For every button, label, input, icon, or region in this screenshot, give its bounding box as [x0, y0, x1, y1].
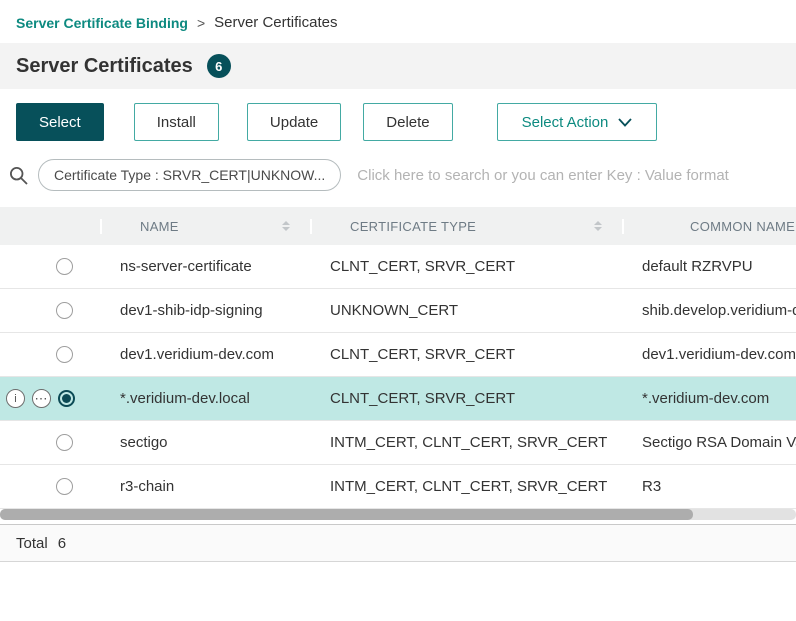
row-radio[interactable]	[56, 434, 73, 451]
more-actions-icon[interactable]: ⋯	[32, 389, 51, 408]
cell-certificate-type: UNKNOWN_CERT	[310, 302, 622, 319]
search-icon[interactable]	[8, 165, 29, 186]
table-header: NAME CERTIFICATE TYPE COMMON NAME	[0, 207, 796, 245]
count-badge: 6	[207, 54, 231, 78]
breadcrumb-separator: >	[197, 15, 205, 31]
certificates-table: NAME CERTIFICATE TYPE COMMON NAME ns-ser…	[0, 207, 796, 509]
cell-common-name: default RZRVPU	[622, 258, 796, 275]
row-radio-checked[interactable]	[58, 390, 75, 407]
row-radio[interactable]	[56, 346, 73, 363]
cell-name: *.veridium-dev.local	[100, 390, 310, 407]
select-action-label: Select Action	[522, 114, 609, 131]
scrollbar-thumb[interactable]	[0, 509, 693, 520]
table-row[interactable]: r3-chain INTM_CERT, CLNT_CERT, SRVR_CERT…	[0, 465, 796, 509]
cell-name: sectigo	[100, 434, 310, 451]
total-label: Total	[16, 535, 48, 552]
cell-name: r3-chain	[100, 478, 310, 495]
cell-common-name: *.veridium-dev.com	[622, 390, 796, 407]
sort-icon	[594, 221, 602, 231]
install-button[interactable]: Install	[134, 103, 219, 141]
table-row[interactable]: dev1-shib-idp-signing UNKNOWN_CERT shib.…	[0, 289, 796, 333]
select-action-dropdown[interactable]: Select Action	[497, 103, 658, 141]
cell-certificate-type: CLNT_CERT, SRVR_CERT	[310, 258, 622, 275]
row-radio[interactable]	[56, 478, 73, 495]
cell-certificate-type: INTM_CERT, CLNT_CERT, SRVR_CERT	[310, 434, 622, 451]
cell-certificate-type: CLNT_CERT, SRVR_CERT	[310, 390, 622, 407]
total-value: 6	[58, 535, 66, 552]
cell-name: dev1-shib-idp-signing	[100, 302, 310, 319]
cell-certificate-type: INTM_CERT, CLNT_CERT, SRVR_CERT	[310, 478, 622, 495]
cell-common-name: dev1.veridium-dev.com	[622, 346, 796, 363]
search-input[interactable]	[357, 167, 780, 184]
page-title: Server Certificates	[16, 55, 193, 78]
sort-icon	[282, 221, 290, 231]
row-radio[interactable]	[56, 258, 73, 275]
table-row[interactable]: ns-server-certificate CLNT_CERT, SRVR_CE…	[0, 245, 796, 289]
column-header-certificate-type[interactable]: CERTIFICATE TYPE	[310, 219, 622, 234]
cell-name: dev1.veridium-dev.com	[100, 346, 310, 363]
info-icon[interactable]: i	[6, 389, 25, 408]
delete-button[interactable]: Delete	[363, 103, 452, 141]
select-button[interactable]: Select	[16, 103, 104, 141]
row-radio[interactable]	[56, 302, 73, 319]
table-row[interactable]: sectigo INTM_CERT, CLNT_CERT, SRVR_CERT …	[0, 421, 796, 465]
breadcrumb-current: Server Certificates	[214, 14, 337, 31]
update-button[interactable]: Update	[247, 103, 341, 141]
cell-certificate-type: CLNT_CERT, SRVR_CERT	[310, 346, 622, 363]
table-row-selected[interactable]: i ⋯ *.veridium-dev.local CLNT_CERT, SRVR…	[0, 377, 796, 421]
title-bar: Server Certificates 6	[0, 43, 796, 89]
filter-chip[interactable]: Certificate Type : SRVR_CERT|UNKNOW...	[38, 159, 341, 191]
breadcrumb: Server Certificate Binding > Server Cert…	[0, 0, 796, 43]
toolbar: Select Install Update Delete Select Acti…	[0, 89, 796, 145]
horizontal-scrollbar[interactable]	[0, 509, 796, 520]
cell-name: ns-server-certificate	[100, 258, 310, 275]
column-header-name[interactable]: NAME	[100, 219, 310, 234]
chevron-down-icon	[618, 118, 632, 127]
column-header-common-name[interactable]: COMMON NAME	[622, 219, 796, 234]
cell-common-name: shib.develop.veridium-d	[622, 302, 796, 319]
table-row[interactable]: dev1.veridium-dev.com CLNT_CERT, SRVR_CE…	[0, 333, 796, 377]
search-bar: Certificate Type : SRVR_CERT|UNKNOW...	[0, 145, 796, 201]
table-footer: Total 6	[0, 524, 796, 562]
breadcrumb-link-parent[interactable]: Server Certificate Binding	[16, 15, 188, 31]
cell-common-name: R3	[622, 478, 796, 495]
cell-common-name: Sectigo RSA Domain Va	[622, 434, 796, 451]
